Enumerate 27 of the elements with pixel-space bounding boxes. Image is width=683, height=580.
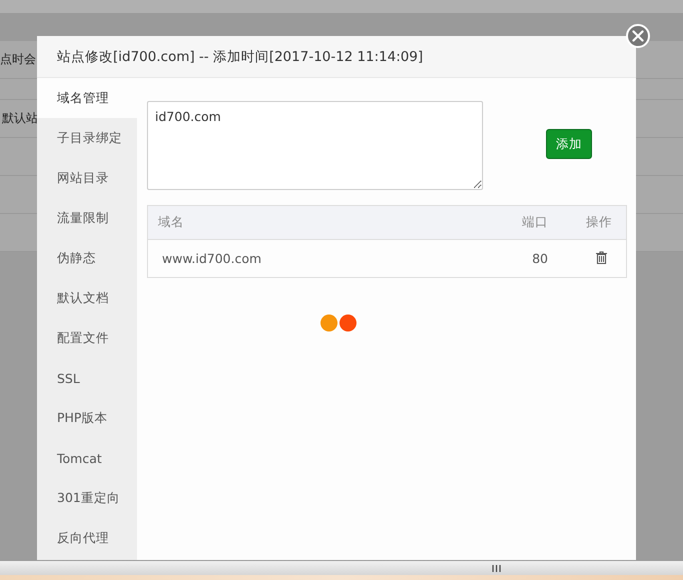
sidebar-item[interactable]: 301重定向 xyxy=(37,478,137,518)
sidebar-item[interactable]: PHP版本 xyxy=(37,398,137,438)
add-button[interactable]: 添加 xyxy=(546,129,592,159)
sidebar-item[interactable]: 配置文件 xyxy=(37,318,137,358)
column-header: 域名 xyxy=(148,206,498,240)
close-icon xyxy=(632,30,644,42)
background-text: 点时会 xyxy=(0,51,36,68)
dialog-title: 站点修改[id700.com] -- 添加时间[2017-10-12 11:14:09] xyxy=(57,48,423,66)
sidebar-item[interactable]: 反向代理 xyxy=(37,518,137,558)
sidebar-item[interactable]: 子目录绑定 xyxy=(37,118,137,158)
trash-icon[interactable] xyxy=(596,250,606,264)
sidebar-item[interactable]: 默认文档 xyxy=(37,278,137,318)
horizontal-scrollbar[interactable] xyxy=(0,560,683,576)
grip-icon xyxy=(492,565,501,572)
table-cell: www.id700.com xyxy=(148,240,498,278)
domain-input[interactable]: id700.com xyxy=(147,101,483,190)
sidebar-item[interactable]: 伪静态 xyxy=(37,238,137,278)
table-cell: 80 xyxy=(498,240,562,278)
loading-spinner xyxy=(320,314,358,332)
sidebar-item[interactable]: 域名管理 xyxy=(37,78,137,118)
column-header: 操作 xyxy=(562,206,626,240)
sidebar-item[interactable]: 流量限制 xyxy=(37,198,137,238)
sidebar-item[interactable]: 网站目录 xyxy=(37,158,137,198)
sidebar-item[interactable]: Tomcat xyxy=(37,438,137,478)
sidebar-item[interactable]: SSL xyxy=(37,358,137,398)
background-text: 默认站 xyxy=(2,110,38,127)
column-header: 端口 xyxy=(498,206,562,240)
